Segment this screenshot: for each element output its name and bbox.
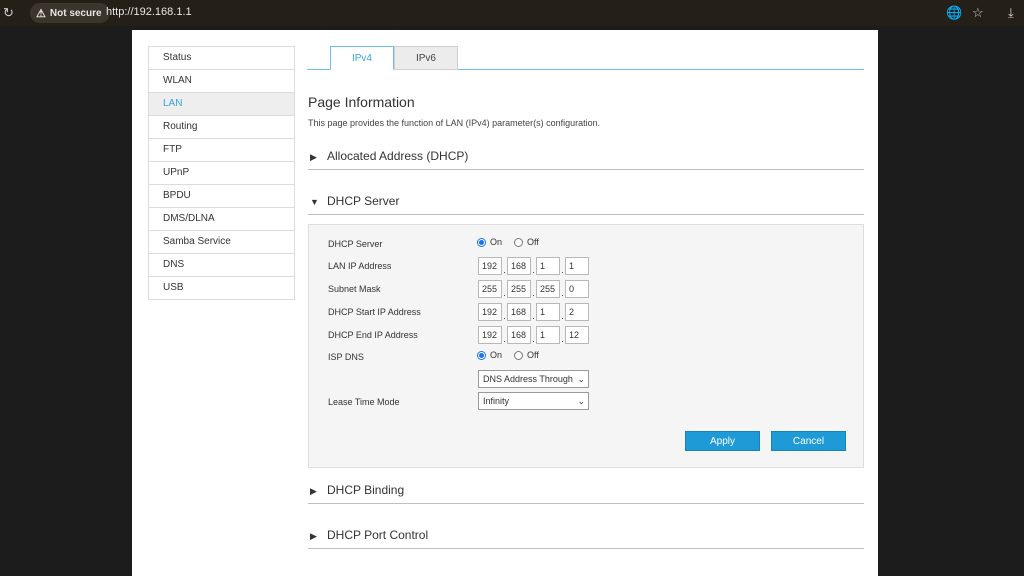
end-ip-label: DHCP End IP Address — [328, 330, 418, 340]
lan-ip-octet-1[interactable] — [478, 257, 502, 275]
sidebar-item-upnp[interactable]: UPnP — [149, 162, 294, 185]
lease-time-label: Lease Time Mode — [328, 397, 400, 407]
chevron-down-icon: ⌄ — [577, 396, 585, 406]
tab-ipv4[interactable]: IPv4 — [330, 46, 394, 70]
expand-arrow-icon: ▶ — [310, 531, 317, 541]
page-title: Page Information — [308, 94, 415, 110]
router-page: Status WLAN LAN Routing FTP UPnP BPDU DM… — [132, 30, 878, 576]
section-label: DHCP Port Control — [327, 528, 429, 542]
section-dhcp-port-control[interactable]: ▶ DHCP Port Control — [308, 527, 864, 549]
radio-label-off: Off — [527, 237, 539, 247]
start-ip-input-group: . . . — [478, 303, 589, 321]
end-ip-input-group: . . . — [478, 326, 589, 344]
address-bar[interactable]: http://192.168.1.1 — [106, 6, 192, 18]
page-description: This page provides the function of LAN (… — [308, 118, 601, 128]
lan-ip-input-group: . . . — [478, 257, 589, 275]
end-ip-octet-1[interactable] — [478, 326, 502, 344]
reload-icon[interactable]: ↻ — [3, 5, 14, 21]
subnet-mask-input-group: . . . — [478, 280, 589, 298]
isp-dns-label: ISP DNS — [328, 352, 364, 362]
start-ip-octet-2[interactable] — [507, 303, 531, 321]
chevron-down-icon: ⌄ — [577, 374, 585, 384]
section-dhcp-binding[interactable]: ▶ DHCP Binding — [308, 482, 864, 504]
dhcp-server-form: DHCP Server On Off LAN IP Address . . . … — [308, 224, 864, 468]
cancel-button[interactable]: Cancel — [771, 431, 846, 451]
end-ip-octet-4[interactable] — [565, 326, 589, 344]
start-ip-octet-3[interactable] — [536, 303, 560, 321]
start-ip-octet-4[interactable] — [565, 303, 589, 321]
browser-toolbar: ↻ ⚠ Not secure http://192.168.1.1 🌐 ☆ ⤓ — [0, 0, 1024, 26]
section-label: DHCP Server — [327, 194, 400, 208]
sidebar-item-samba[interactable]: Samba Service — [149, 231, 294, 254]
sidebar-item-status[interactable]: Status — [149, 47, 294, 70]
lan-ip-octet-2[interactable] — [507, 257, 531, 275]
sidebar-menu: Status WLAN LAN Routing FTP UPnP BPDU DM… — [148, 46, 295, 300]
section-label: DHCP Binding — [327, 483, 405, 497]
sidebar-item-dns[interactable]: DNS — [149, 254, 294, 277]
dhcp-server-on-radio[interactable] — [477, 237, 486, 247]
security-indicator[interactable]: ⚠ Not secure — [30, 3, 110, 23]
lease-time-select[interactable]: Infinity ⌄ — [478, 392, 589, 410]
lan-ip-octet-3[interactable] — [536, 257, 560, 275]
radio-label-on: On — [490, 237, 503, 247]
dns-mode-value: DNS Address Through — [483, 374, 573, 384]
security-label: Not secure — [49, 7, 102, 19]
apply-button[interactable]: Apply — [685, 431, 760, 451]
subnet-octet-1[interactable] — [478, 280, 502, 298]
lease-time-value: Infinity — [483, 396, 510, 406]
isp-dns-off-radio[interactable] — [514, 350, 524, 360]
sidebar-item-ftp[interactable]: FTP — [149, 139, 294, 162]
isp-dns-on-radio[interactable] — [477, 350, 486, 360]
section-dhcp-server[interactable]: ▼ DHCP Server — [308, 193, 864, 215]
section-allocated-address[interactable]: ▶ Allocated Address (DHCP) — [308, 148, 864, 170]
sidebar-item-bpdu[interactable]: BPDU — [149, 185, 294, 208]
isp-dns-radio-group: On Off — [477, 350, 551, 360]
dns-mode-select[interactable]: DNS Address Through ⌄ — [478, 370, 589, 388]
subnet-octet-3[interactable] — [536, 280, 560, 298]
collapse-arrow-icon: ▼ — [310, 197, 319, 207]
start-ip-label: DHCP Start IP Address — [328, 307, 421, 317]
end-ip-octet-3[interactable] — [536, 326, 560, 344]
end-ip-octet-2[interactable] — [507, 326, 531, 344]
lan-ip-label: LAN IP Address — [328, 261, 392, 271]
expand-arrow-icon: ▶ — [310, 486, 317, 496]
subnet-octet-4[interactable] — [565, 280, 589, 298]
dhcp-server-off-radio[interactable] — [514, 237, 524, 247]
star-icon[interactable]: ☆ — [972, 5, 984, 21]
sidebar-item-usb[interactable]: USB — [149, 277, 294, 300]
subnet-octet-2[interactable] — [507, 280, 531, 298]
dhcp-server-label: DHCP Server — [328, 239, 383, 249]
sidebar-item-wlan[interactable]: WLAN — [149, 70, 294, 93]
radio-label-on: On — [490, 350, 503, 360]
sidebar-item-dms-dlna[interactable]: DMS/DLNA — [149, 208, 294, 231]
expand-arrow-icon: ▶ — [310, 152, 317, 162]
sidebar-item-routing[interactable]: Routing — [149, 116, 294, 139]
section-label: Allocated Address (DHCP) — [327, 149, 469, 163]
lan-ip-octet-4[interactable] — [565, 257, 589, 275]
tab-ipv6[interactable]: IPv6 — [394, 46, 458, 70]
dhcp-server-radio-group: On Off — [477, 237, 551, 247]
warning-icon: ⚠ — [36, 7, 46, 20]
subnet-mask-label: Subnet Mask — [328, 284, 381, 294]
translate-icon[interactable]: 🌐 — [946, 5, 962, 21]
download-icon[interactable]: ⤓ — [1008, 5, 1014, 21]
radio-label-off: Off — [527, 350, 539, 360]
sidebar-item-lan[interactable]: LAN — [149, 93, 294, 116]
start-ip-octet-1[interactable] — [478, 303, 502, 321]
